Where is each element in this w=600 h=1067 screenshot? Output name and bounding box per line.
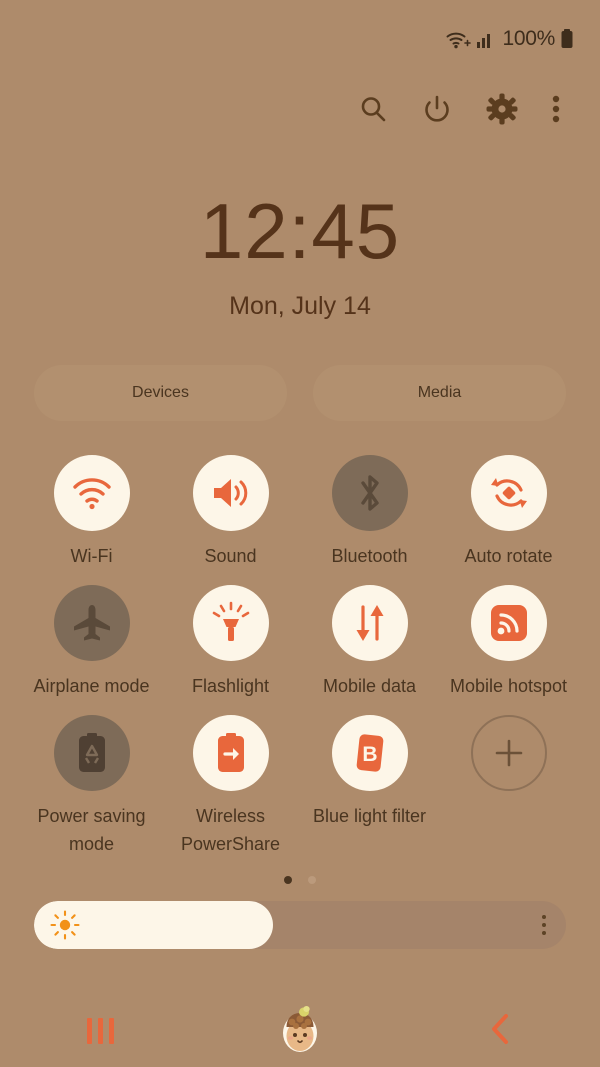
- tile-label: Power saving mode: [37, 805, 146, 854]
- power-icon[interactable]: [422, 94, 452, 124]
- cellular-signal-icon: [476, 29, 494, 49]
- quick-access-row: Devices Media: [0, 365, 600, 421]
- tile-wifi[interactable]: Wi-Fi: [22, 455, 161, 571]
- sound-icon: [192, 455, 269, 531]
- tile-flashlight[interactable]: Flashlight: [161, 584, 300, 701]
- wifi-icon: [53, 455, 130, 531]
- brightness-slider[interactable]: [34, 900, 566, 949]
- status-bar: 100%: [0, 0, 600, 78]
- search-icon[interactable]: [358, 94, 388, 124]
- settings-gear-icon[interactable]: [486, 93, 518, 125]
- recents-button[interactable]: [60, 1001, 140, 1061]
- tile-wireless-powershare[interactable]: Wireless PowerShare: [161, 714, 300, 859]
- tile-label: Mobile hotspot: [449, 675, 568, 696]
- tile-label: Airplane mode: [33, 675, 150, 696]
- bluetooth-icon: [331, 455, 408, 531]
- recents-icon: [86, 1018, 114, 1044]
- brightness-sun-icon: [50, 910, 80, 940]
- svg-text:B: B: [362, 743, 377, 766]
- page-indicator: [0, 873, 600, 887]
- clock-date: Mon, July 14: [229, 292, 371, 320]
- powershare-icon: [192, 714, 269, 791]
- add-tile-icon: [470, 714, 547, 791]
- acorn-home-icon: [275, 1003, 325, 1060]
- clock-time: 12:45: [199, 187, 401, 275]
- tile-label: Blue light filter: [312, 805, 427, 826]
- tile-label: Bluetooth: [331, 546, 408, 566]
- back-button[interactable]: [460, 1001, 540, 1061]
- hotspot-icon: [470, 584, 547, 661]
- tile-sound[interactable]: Sound: [161, 455, 300, 571]
- quick-settings-grid: Wi-Fi Sound Bluetooth Auto rotate Airpla…: [0, 455, 600, 859]
- home-button[interactable]: [260, 1001, 340, 1061]
- tile-label: Sound: [204, 546, 257, 566]
- blue-light-icon: B: [331, 714, 408, 791]
- brightness-options-icon[interactable]: [542, 914, 546, 935]
- mobile-data-icon: [331, 584, 408, 661]
- devices-button[interactable]: Devices: [34, 365, 287, 421]
- tile-mobile-hotspot[interactable]: Mobile hotspot: [439, 584, 578, 701]
- tile-mobile-data[interactable]: Mobile data: [300, 584, 439, 701]
- tile-add-button[interactable]: [439, 714, 578, 859]
- power-saving-icon: [53, 714, 130, 791]
- wifi-icon: [445, 29, 472, 49]
- tile-label: Auto rotate: [464, 546, 553, 566]
- tile-airplane-mode[interactable]: Airplane mode: [22, 584, 161, 701]
- auto-rotate-icon: [470, 455, 547, 531]
- page-dot-1[interactable]: [284, 875, 292, 884]
- navigation-bar: [0, 995, 600, 1067]
- tile-label: Wi-Fi: [70, 546, 113, 566]
- tile-blue-light-filter[interactable]: B Blue light filter: [300, 714, 439, 859]
- media-button[interactable]: Media: [313, 365, 566, 421]
- action-bar: [0, 78, 600, 140]
- tile-label: Flashlight: [191, 675, 270, 696]
- brightness-area: [0, 900, 600, 949]
- tile-label: Mobile data: [322, 675, 417, 696]
- page-dot-2[interactable]: [308, 875, 316, 884]
- clock-area: 12:45 Mon, July 14: [0, 192, 600, 321]
- battery-full-icon: [560, 28, 574, 50]
- flashlight-icon: [192, 584, 269, 661]
- tile-auto-rotate[interactable]: Auto rotate: [439, 455, 578, 571]
- more-options-icon[interactable]: [552, 94, 560, 124]
- tile-label: Wireless PowerShare: [180, 805, 281, 854]
- tile-bluetooth[interactable]: Bluetooth: [300, 455, 439, 571]
- back-chevron-icon: [487, 1012, 513, 1051]
- battery-percent-label: 100%: [502, 27, 555, 50]
- tile-power-saving-mode[interactable]: Power saving mode: [22, 714, 161, 859]
- airplane-icon: [53, 584, 130, 661]
